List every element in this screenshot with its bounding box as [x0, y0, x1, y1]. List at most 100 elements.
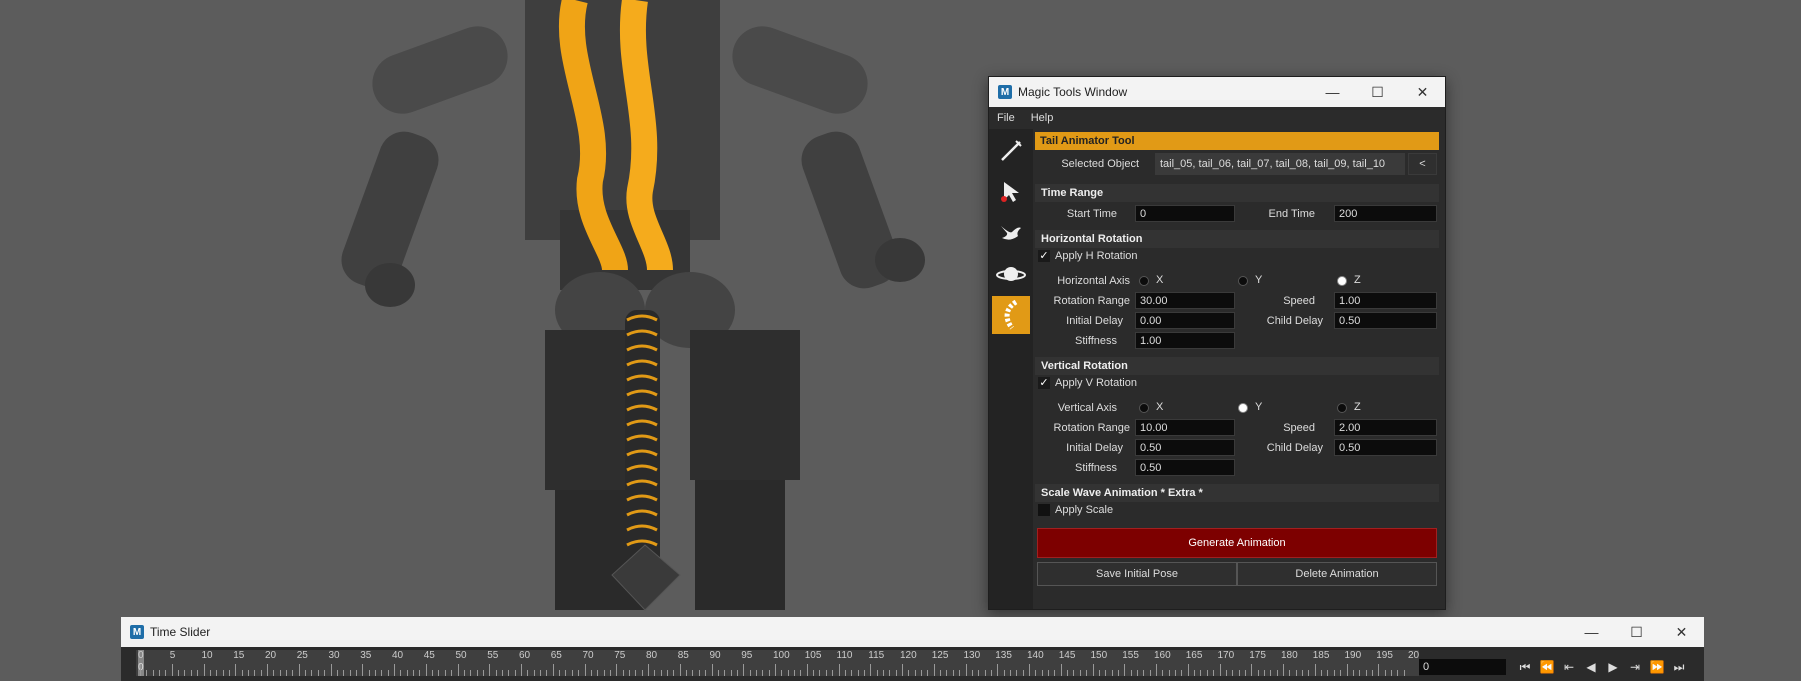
ruler-tick: [889, 670, 891, 676]
ruler-tick: [1149, 670, 1151, 676]
v-axis-x-radio[interactable]: [1139, 403, 1149, 413]
go-to-start-icon[interactable]: ⏮: [1514, 658, 1536, 676]
go-to-end-icon[interactable]: ⏭: [1668, 658, 1690, 676]
ruler-tick: [184, 670, 186, 676]
ruler-tick: [1276, 670, 1278, 676]
ruler-tick: [775, 664, 776, 676]
step-forward-key-icon[interactable]: ⏩: [1646, 658, 1668, 676]
ruler-tick-label: 195: [1376, 650, 1393, 661]
maximize-button[interactable]: ☐: [1355, 77, 1400, 107]
ruler-tick: [1359, 670, 1361, 676]
ruler-tick: [1200, 670, 1202, 676]
ruler-tick: [571, 670, 573, 676]
v-initial-delay-label: Initial Delay: [1066, 442, 1123, 454]
prev-key-icon[interactable]: ⇤: [1558, 658, 1580, 676]
v-initial-delay-field[interactable]: 0.50: [1135, 439, 1235, 456]
select-arrow-icon[interactable]: [992, 173, 1030, 211]
ruler-tick-label: 140: [1027, 650, 1044, 661]
ruler-tick: [667, 670, 669, 676]
apply-v-rotation-checkbox[interactable]: ✓: [1038, 377, 1050, 389]
start-time-field[interactable]: 0: [1135, 205, 1235, 222]
play-backward-icon[interactable]: ◀: [1580, 658, 1602, 676]
h-axis-z-label: Z: [1354, 274, 1361, 286]
v-axis-y-radio[interactable]: [1238, 403, 1248, 413]
h-stiffness-field[interactable]: 1.00: [1135, 332, 1235, 349]
v-stiffness-field[interactable]: 0.50: [1135, 459, 1235, 476]
ruler-tick: [355, 670, 357, 676]
ruler-tick: [946, 670, 948, 676]
ruler-tick: [787, 670, 789, 676]
menu-file[interactable]: File: [989, 112, 1023, 124]
ruler-tick-label: 130: [963, 650, 981, 661]
ruler-tick: [800, 670, 802, 676]
ruler-tick-label: 150: [1090, 650, 1108, 661]
ruler-tick: [736, 670, 738, 676]
h-axis-x-radio[interactable]: [1139, 276, 1149, 286]
ruler-tick: [997, 664, 999, 676]
close-button[interactable]: ✕: [1400, 77, 1445, 107]
generate-animation-button[interactable]: Generate Animation: [1037, 528, 1437, 558]
ruler-tick: [794, 670, 796, 676]
bird-icon[interactable]: [992, 214, 1030, 252]
h-speed-field[interactable]: 1.00: [1334, 292, 1437, 309]
ruler-tick: [1390, 670, 1392, 676]
ruler-tick: [590, 670, 592, 676]
v-rotation-range-field[interactable]: 10.00: [1135, 419, 1235, 436]
time-range-header: Time Range: [1035, 184, 1439, 202]
ruler-tick-label: 105: [804, 650, 822, 661]
selected-object-field[interactable]: tail_05, tail_06, tail_07, tail_08, tail…: [1155, 153, 1405, 175]
h-axis-x-label: X: [1156, 274, 1164, 286]
ruler-tick: [451, 670, 453, 676]
apply-scale-checkbox[interactable]: [1038, 504, 1050, 516]
current-frame-field[interactable]: 0: [1419, 659, 1506, 675]
ruler-tick: [1156, 664, 1157, 676]
h-initial-delay-field[interactable]: 0.00: [1135, 312, 1235, 329]
ruler-tick: [1232, 670, 1234, 676]
h-rotation-range-field[interactable]: 30.00: [1135, 292, 1235, 309]
minimize-button[interactable]: —: [1310, 77, 1355, 107]
ts-maximize-button[interactable]: ☐: [1614, 617, 1659, 647]
play-forward-icon[interactable]: ▶: [1602, 658, 1624, 676]
v-speed-field[interactable]: 2.00: [1334, 419, 1437, 436]
v-axis-z-label: Z: [1354, 401, 1361, 413]
apply-h-rotation-checkbox[interactable]: ✓: [1038, 250, 1050, 262]
ts-close-button[interactable]: ✕: [1659, 617, 1704, 647]
pen-icon[interactable]: [992, 132, 1030, 170]
time-slider-titlebar[interactable]: M Time Slider — ☐ ✕: [121, 617, 1704, 647]
save-initial-pose-button[interactable]: Save Initial Pose: [1037, 562, 1237, 586]
window-titlebar[interactable]: M Magic Tools Window — ☐ ✕: [989, 77, 1445, 107]
ruler-tick: [1060, 664, 1062, 676]
step-back-key-icon[interactable]: ⏪: [1536, 658, 1558, 676]
ruler-tick: [863, 670, 865, 676]
h-axis-z-radio[interactable]: [1337, 276, 1347, 286]
time-slider-title: Time Slider: [150, 625, 211, 639]
v-axis-z-radio[interactable]: [1337, 403, 1347, 413]
ts-minimize-button[interactable]: —: [1569, 617, 1614, 647]
ruler-tick: [1136, 670, 1138, 676]
ruler-tick: [1378, 664, 1380, 676]
viewport[interactable]: [0, 0, 1801, 681]
ruler-tick: [679, 664, 681, 676]
ruler-tick-label: 60: [519, 650, 531, 661]
h-axis-y-radio[interactable]: [1238, 276, 1248, 286]
ruler-tick: [819, 670, 821, 676]
horizontal-rotation-header: Horizontal Rotation: [1035, 230, 1439, 248]
h-child-delay-field[interactable]: 0.50: [1334, 312, 1437, 329]
character-model: [341, 0, 925, 611]
next-key-icon[interactable]: ⇥: [1624, 658, 1646, 676]
ruler-tick: [1295, 670, 1297, 676]
time-ruler[interactable]: 0 05101520253035404550556065707580859095…: [136, 650, 1419, 676]
ruler-tick: [990, 670, 992, 676]
tail-icon[interactable]: [992, 296, 1030, 334]
v-child-delay-field[interactable]: 0.50: [1334, 439, 1437, 456]
ruler-tick: [209, 670, 211, 676]
ruler-tick: [971, 670, 973, 676]
end-time-field[interactable]: 200: [1334, 205, 1437, 222]
ruler-tick: [1022, 670, 1024, 676]
load-selection-button[interactable]: <: [1408, 153, 1437, 175]
menu-help[interactable]: Help: [1023, 112, 1062, 124]
delete-animation-button[interactable]: Delete Animation: [1237, 562, 1437, 586]
ruler-tick: [781, 670, 783, 676]
planet-icon[interactable]: [992, 255, 1030, 293]
ruler-tick-label: 75: [614, 650, 626, 661]
